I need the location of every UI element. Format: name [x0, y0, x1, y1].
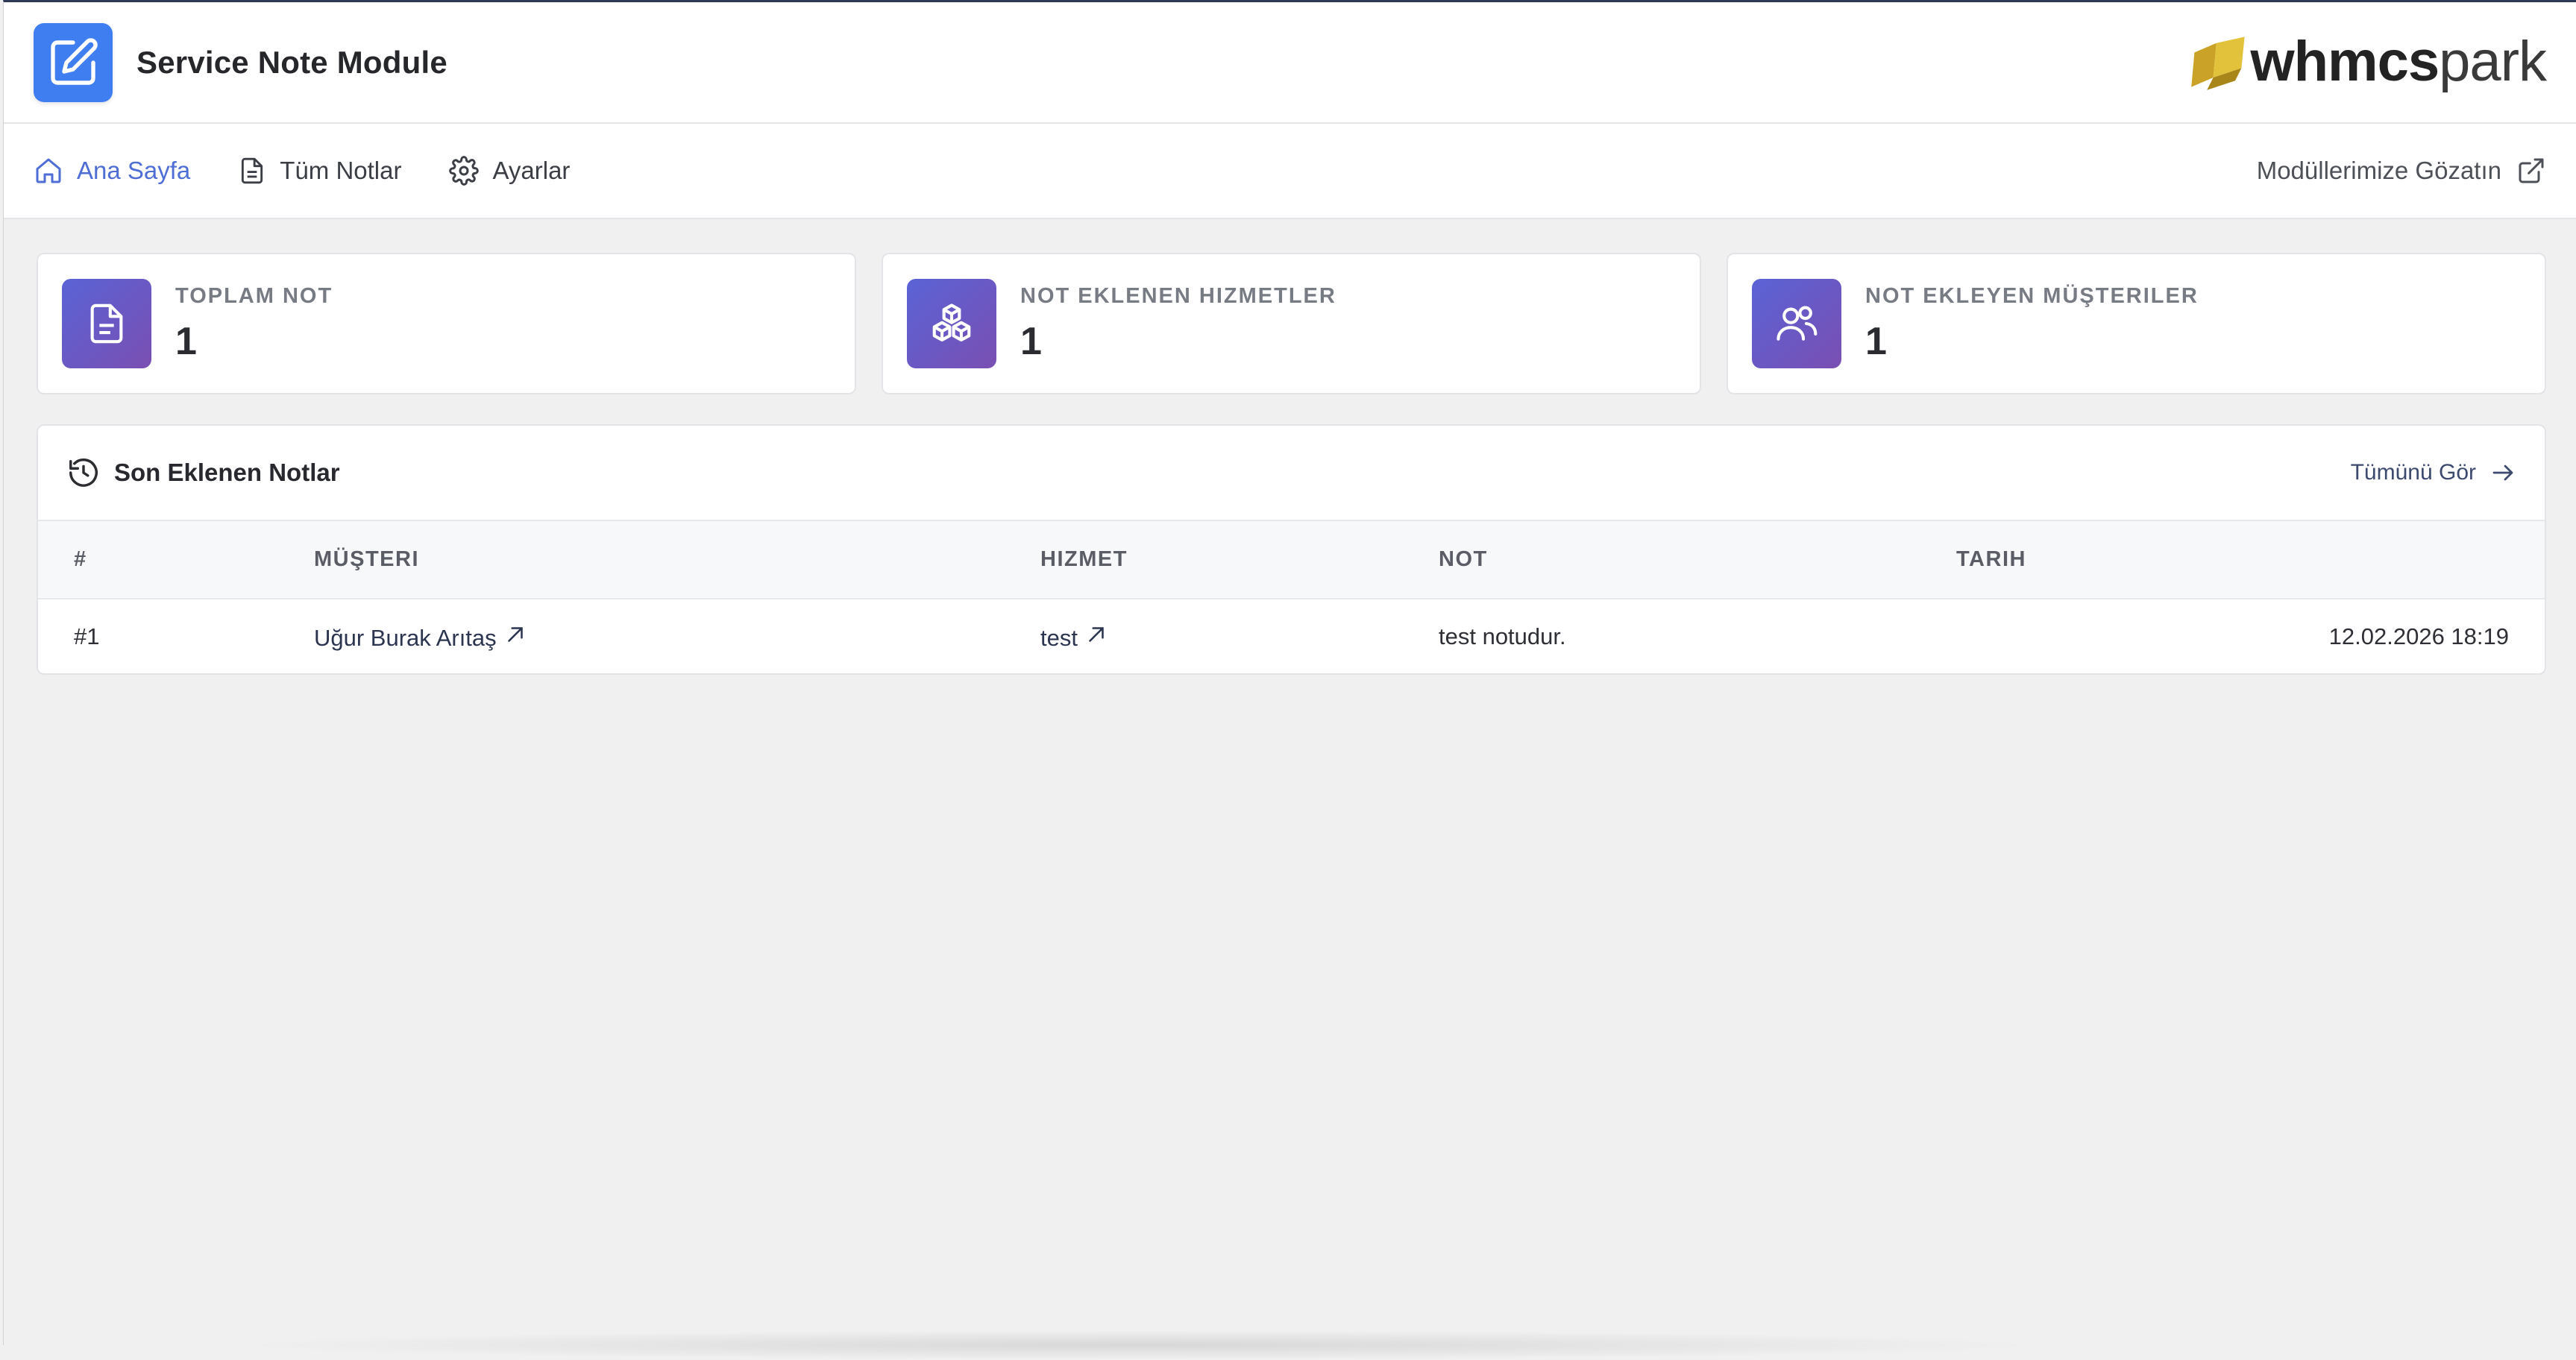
- boxes-icon: [907, 279, 996, 368]
- arrow-up-right-icon: [503, 622, 528, 647]
- main-nav: Ana Sayfa Tüm Notlar Ayarlar Modüllerimi…: [4, 124, 2576, 219]
- nav-item-label: Ayarlar: [492, 157, 570, 185]
- recent-notes-title: Son Eklenen Notlar: [114, 459, 340, 487]
- document-icon: [238, 157, 266, 185]
- view-all-label: Tümünü Gör: [2351, 460, 2476, 485]
- brand-word-light: park: [2439, 30, 2546, 93]
- gear-icon: [449, 156, 479, 186]
- stat-value: 1: [1020, 319, 1336, 364]
- file-text-icon: [62, 279, 151, 368]
- nav-item-home[interactable]: Ana Sayfa: [34, 156, 190, 186]
- stat-label: NOT EKLENEN HIZMETLER: [1020, 284, 1336, 309]
- column-header-date: TARIH: [1956, 521, 2545, 599]
- nav-item-settings[interactable]: Ayarlar: [449, 156, 570, 186]
- nav-item-label: Ana Sayfa: [77, 157, 190, 185]
- row-id: #1: [38, 599, 314, 673]
- service-link[interactable]: test: [1040, 625, 1109, 651]
- browse-modules-link[interactable]: Modüllerimize Gözatın: [2257, 124, 2546, 218]
- external-link-icon: [2516, 156, 2546, 186]
- stat-value: 1: [175, 319, 333, 364]
- stat-card-total-notes: TOPLAM NOT 1: [37, 253, 856, 394]
- column-header-service: HIZMET: [1040, 521, 1439, 599]
- note-text: test notudur.: [1439, 599, 1956, 673]
- customer-name: Uğur Burak Arıtaş: [314, 625, 497, 651]
- stat-value: 1: [1865, 319, 2199, 364]
- arrow-up-right-icon: [1084, 622, 1109, 647]
- view-all-link[interactable]: Tümünü Gör: [2351, 426, 2516, 520]
- top-header: Service Note Module whmcspark: [4, 2, 2576, 124]
- brand-logo[interactable]: whmcspark: [2188, 31, 2547, 93]
- recent-notes-header: Son Eklenen Notlar Tümünü Gör: [38, 426, 2545, 521]
- stat-label: TOPLAM NOT: [175, 284, 333, 309]
- arrow-right-icon: [2489, 459, 2516, 486]
- brand-word-bold: whmcs: [2251, 30, 2440, 93]
- home-icon: [34, 156, 63, 186]
- recent-notes-table: # MÜŞTERI HIZMET NOT TARIH #1 Uğur Burak…: [38, 521, 2545, 673]
- stat-card-noting-customers: NOT EKLEYEN MÜŞTERILER 1: [1727, 253, 2546, 394]
- history-icon: [66, 456, 101, 490]
- stat-card-noted-services: NOT EKLENEN HIZMETLER 1: [882, 253, 1701, 394]
- column-header-id: #: [38, 521, 314, 599]
- app-frame: Service Note Module whmcspark Ana Sayfa: [3, 0, 2576, 1345]
- stat-label: NOT EKLEYEN MÜŞTERILER: [1865, 284, 2199, 309]
- browse-modules-label: Modüllerimize Gözatın: [2257, 157, 2501, 185]
- nav-item-label: Tüm Notlar: [280, 157, 401, 185]
- recent-notes-panel: Son Eklenen Notlar Tümünü Gör # MÜŞTERI …: [37, 424, 2546, 675]
- customer-link[interactable]: Uğur Burak Arıtaş: [314, 625, 528, 651]
- brand-wordmark: whmcspark: [2251, 34, 2547, 90]
- column-header-customer: MÜŞTERI: [314, 521, 1040, 599]
- brand-mark-icon: [2188, 31, 2251, 93]
- service-name: test: [1040, 625, 1078, 651]
- stats-row: TOPLAM NOT 1 NOT EKLENEN HIZMETLER 1: [37, 253, 2546, 394]
- note-date: 12.02.2026 18:19: [1956, 599, 2545, 673]
- table-row: #1 Uğur Burak Arıtaş test test notudur. …: [38, 599, 2545, 673]
- app-logo-icon: [34, 23, 113, 102]
- column-header-note: NOT: [1439, 521, 1956, 599]
- app-title: Service Note Module: [136, 45, 447, 81]
- bottom-shadow: [227, 1330, 2054, 1360]
- users-icon: [1752, 279, 1841, 368]
- table-header-row: # MÜŞTERI HIZMET NOT TARIH: [38, 521, 2545, 599]
- nav-item-all-notes[interactable]: Tüm Notlar: [238, 157, 401, 185]
